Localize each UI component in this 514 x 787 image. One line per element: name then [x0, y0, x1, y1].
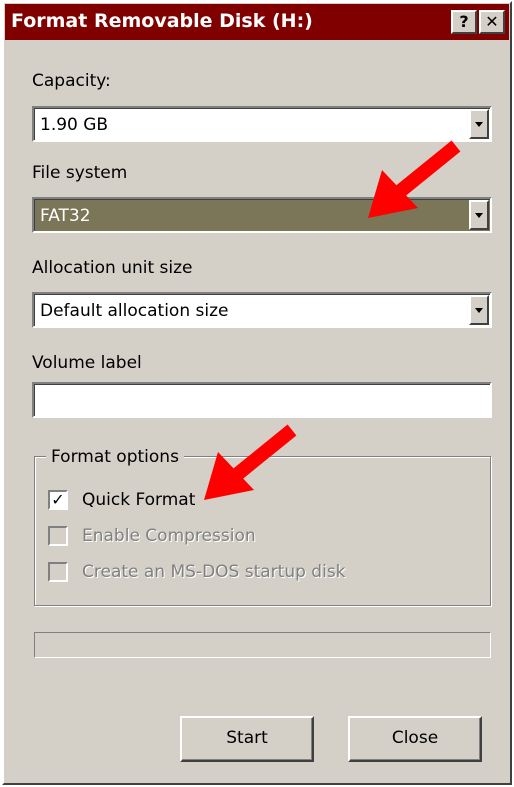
chevron-down-icon[interactable]	[469, 109, 489, 139]
question-mark-icon: ?	[459, 12, 469, 31]
checkmark-icon: ✓	[51, 490, 65, 509]
close-window-button[interactable]: ✕	[479, 10, 505, 34]
volume-label-label: Volume label	[32, 353, 142, 373]
red-arrow-icon	[368, 140, 461, 218]
allocation-size-label: Allocation unit size	[32, 258, 193, 278]
allocation-size-select[interactable]: Default allocation size	[32, 292, 492, 328]
msdos-startup-label: Create an MS-DOS startup disk	[82, 562, 346, 582]
help-button[interactable]: ?	[451, 10, 477, 34]
close-icon: ✕	[485, 12, 499, 31]
title-bar: Format Removable Disk (H:) ? ✕	[5, 4, 509, 40]
capacity-value: 1.90 GB	[40, 115, 109, 135]
quick-format-checkbox[interactable]: ✓	[48, 490, 68, 510]
red-arrow-icon	[204, 424, 297, 500]
start-button[interactable]: Start	[180, 716, 314, 762]
window-title: Format Removable Disk (H:)	[11, 10, 313, 32]
chevron-down-icon[interactable]	[469, 200, 489, 230]
volume-label-input[interactable]	[32, 382, 492, 418]
chevron-down-icon[interactable]	[469, 295, 489, 325]
capacity-label: Capacity:	[32, 71, 111, 91]
allocation-size-value: Default allocation size	[40, 301, 229, 321]
quick-format-label[interactable]: Quick Format	[82, 490, 195, 510]
file-system-value: FAT32	[40, 206, 91, 226]
enable-compression-label: Enable Compression	[82, 526, 256, 546]
close-button[interactable]: Close	[348, 716, 482, 762]
file-system-label: File system	[32, 163, 128, 183]
format-progress-bar	[34, 632, 491, 658]
msdos-startup-checkbox	[48, 562, 68, 582]
format-options-title: Format options	[46, 447, 184, 467]
capacity-select[interactable]: 1.90 GB	[32, 106, 492, 142]
enable-compression-checkbox	[48, 526, 68, 546]
